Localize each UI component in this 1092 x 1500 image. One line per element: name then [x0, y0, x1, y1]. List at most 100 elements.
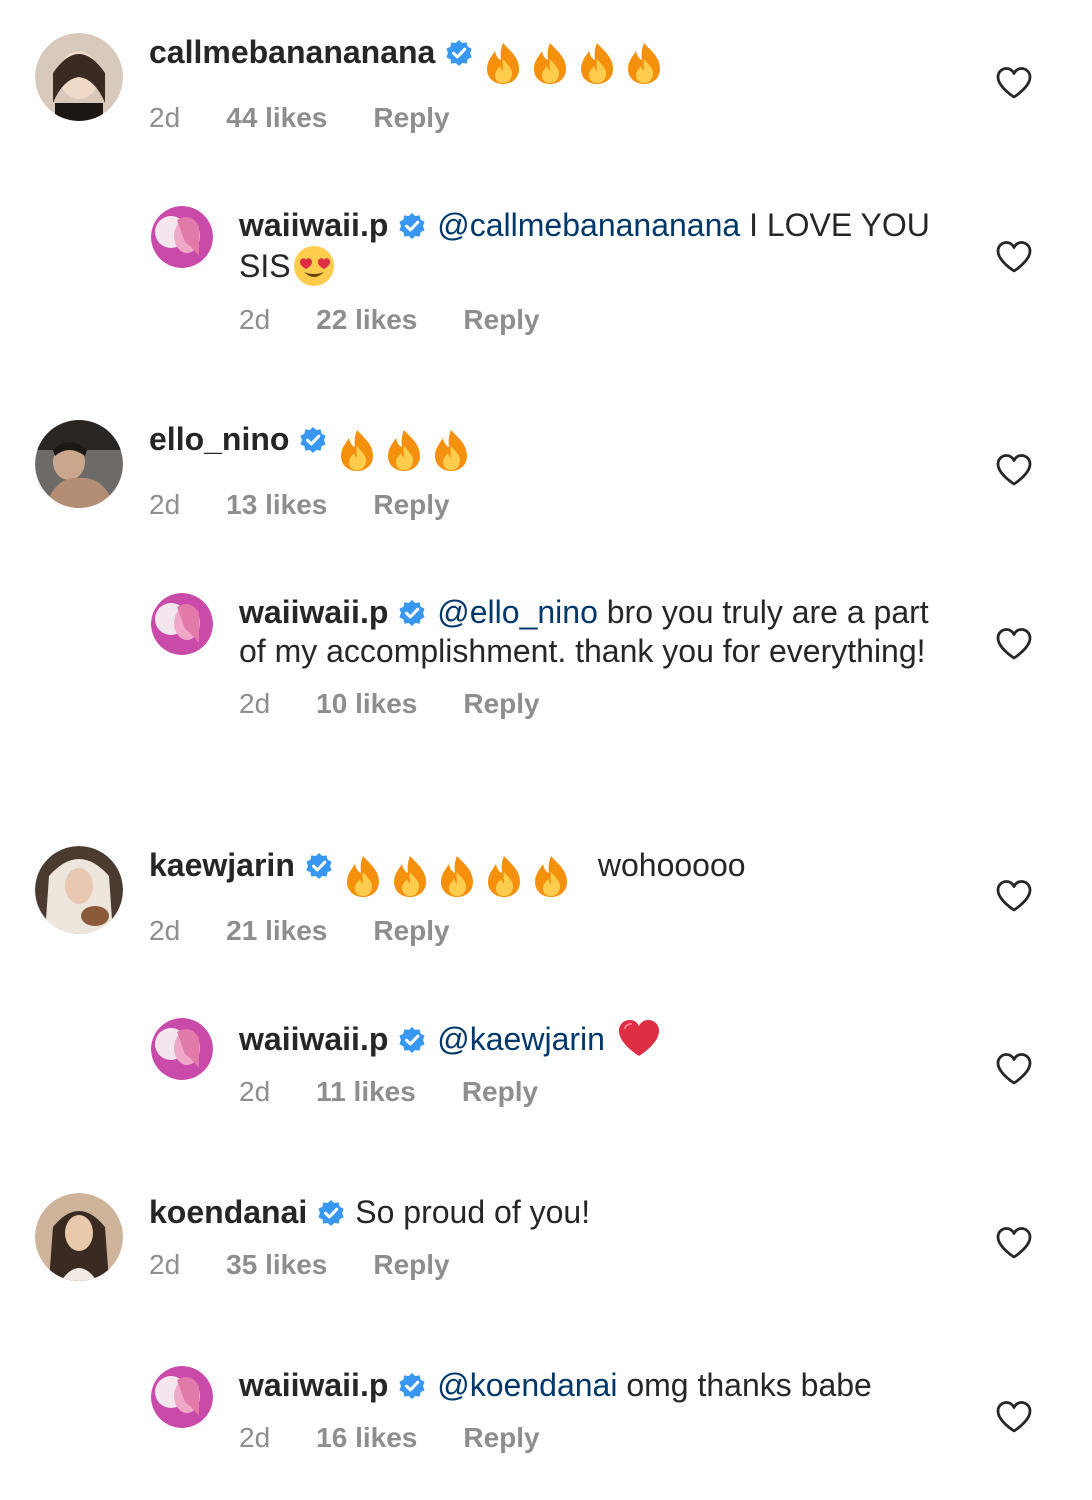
comment-username[interactable]: waiiwaii.p: [239, 207, 388, 243]
fire-emoji: [624, 41, 664, 85]
comment-content: ello_nino 2d 13 likes Reply: [149, 420, 952, 521]
comment-text: callmebanananana: [149, 33, 952, 85]
fire-emoji: [530, 41, 570, 85]
fire-emoji: [577, 41, 617, 85]
verified-badge-icon: [398, 1372, 426, 1400]
fire-emoji: [531, 854, 571, 898]
comment-time: 2d: [149, 1249, 181, 1280]
comment-meta: 2d 22 likes Reply: [239, 304, 952, 336]
verified-badge-icon: [445, 39, 473, 67]
comment-username[interactable]: kaewjarin: [149, 847, 295, 883]
reply-button[interactable]: Reply: [373, 489, 449, 521]
like-button[interactable]: [995, 1400, 1033, 1434]
comment-likes[interactable]: 10 likes: [316, 688, 417, 720]
comment-content: kaewjarin wohooooo 2d 21 likes Reply: [149, 846, 952, 947]
avatar[interactable]: [151, 593, 213, 655]
heart-outline-icon: [996, 241, 1032, 273]
comment-username[interactable]: ello_nino: [149, 421, 289, 457]
reply-button[interactable]: Reply: [463, 1422, 539, 1454]
avatar[interactable]: [35, 33, 123, 121]
comment-likes[interactable]: 11 likes: [316, 1076, 416, 1108]
avatar[interactable]: [35, 1193, 123, 1281]
comment-content: callmebanananana 2d 44 likes Reply: [149, 33, 952, 134]
fire-emoji: [384, 428, 424, 472]
comment-meta: 2d 11 likes Reply: [239, 1076, 952, 1108]
mention-link[interactable]: @callmebanananana: [437, 207, 740, 243]
comment-likes[interactable]: 16 likes: [316, 1422, 417, 1454]
comment-likes[interactable]: 35 likes: [226, 1249, 327, 1281]
heart-outline-icon: [996, 1053, 1032, 1085]
comment-meta: 2d 16 likes Reply: [239, 1422, 952, 1454]
like-button[interactable]: [995, 1052, 1033, 1086]
comment-meta: 2d 44 likes Reply: [149, 102, 952, 134]
comment-time: 2d: [149, 914, 181, 946]
comment-text: waiiwaii.p @kaewjarin: [239, 1018, 952, 1059]
comment-meta: 2d 35 likes Reply: [149, 1249, 952, 1281]
comment-body: wohooooo: [597, 847, 746, 883]
like-button[interactable]: [995, 66, 1033, 100]
comment-meta: 2d 13 likes Reply: [149, 489, 952, 521]
fire-emoji: [431, 428, 471, 472]
like-button[interactable]: [995, 879, 1033, 913]
comment-time: 2d: [239, 688, 271, 719]
comment-time: 2d: [149, 488, 181, 520]
comment-body: omg thanks babe: [617, 1367, 872, 1403]
comment-text: waiiwaii.p @callmebanananana I LOVE YOU …: [239, 206, 952, 287]
fire-emoji: [484, 854, 524, 898]
comment-text: kaewjarin wohooooo: [149, 846, 952, 898]
avatar[interactable]: [35, 846, 123, 934]
mention-link[interactable]: @koendanai: [437, 1367, 617, 1403]
verified-badge-icon: [317, 1199, 345, 1227]
verified-badge-icon: [299, 426, 327, 454]
reply-button[interactable]: Reply: [373, 102, 449, 134]
comment-time: 2d: [239, 304, 271, 335]
like-button[interactable]: [995, 240, 1033, 274]
fire-emoji: [390, 854, 430, 898]
fire-emoji: [343, 854, 383, 898]
comment-content: koendanai So proud of you! 2d 35 likes Repl…: [149, 1193, 952, 1281]
emoji-row: [343, 854, 578, 898]
comment-username[interactable]: callmebanananana: [149, 34, 435, 70]
like-button[interactable]: [995, 1226, 1033, 1260]
comment-likes[interactable]: 13 likes: [226, 489, 327, 521]
like-button[interactable]: [995, 453, 1033, 487]
heart-eyes-emoji: [293, 245, 335, 287]
comment-text: koendanai So proud of you!: [149, 1193, 952, 1232]
comment-content: waiiwaii.p @ello_nino bro you truly are …: [239, 593, 952, 720]
verified-badge-icon: [398, 212, 426, 240]
heart-outline-icon: [996, 1227, 1032, 1259]
reply-button[interactable]: Reply: [463, 304, 539, 336]
reply-button[interactable]: Reply: [462, 1076, 538, 1108]
avatar[interactable]: [151, 1366, 213, 1428]
like-button[interactable]: [995, 627, 1033, 661]
reply-button[interactable]: Reply: [373, 1249, 449, 1281]
mention-link[interactable]: @ello_nino: [437, 594, 598, 630]
reply-button[interactable]: Reply: [373, 915, 449, 947]
comment-likes[interactable]: 21 likes: [226, 915, 327, 947]
comment-username[interactable]: waiiwaii.p: [239, 1021, 388, 1057]
comment-time: 2d: [239, 1422, 271, 1453]
comment-text: waiiwaii.p @koendanai omg thanks babe: [239, 1366, 952, 1405]
red-heart-emoji: [617, 1018, 661, 1058]
comment-likes[interactable]: 44 likes: [226, 102, 327, 134]
reply-button[interactable]: Reply: [463, 688, 539, 720]
fire-emoji: [437, 854, 477, 898]
mention-link[interactable]: @kaewjarin: [437, 1021, 605, 1057]
heart-outline-icon: [996, 1401, 1032, 1433]
avatar[interactable]: [151, 206, 213, 268]
comment-text: waiiwaii.p @ello_nino bro you truly are …: [239, 593, 952, 671]
avatar[interactable]: [35, 420, 123, 508]
emoji-row: [337, 428, 478, 472]
verified-badge-icon: [398, 599, 426, 627]
heart-outline-icon: [996, 67, 1032, 99]
comment-content: waiiwaii.p @callmebanananana I LOVE YOU …: [239, 206, 952, 336]
heart-outline-icon: [996, 454, 1032, 486]
comment-likes[interactable]: 22 likes: [316, 304, 417, 336]
comment-username[interactable]: waiiwaii.p: [239, 1367, 388, 1403]
avatar[interactable]: [151, 1018, 213, 1080]
heart-outline-icon: [996, 628, 1032, 660]
comment-username[interactable]: koendanai: [149, 1194, 307, 1230]
comment-username[interactable]: waiiwaii.p: [239, 594, 388, 630]
emoji-row: [483, 41, 671, 85]
comment-text: ello_nino: [149, 420, 952, 472]
